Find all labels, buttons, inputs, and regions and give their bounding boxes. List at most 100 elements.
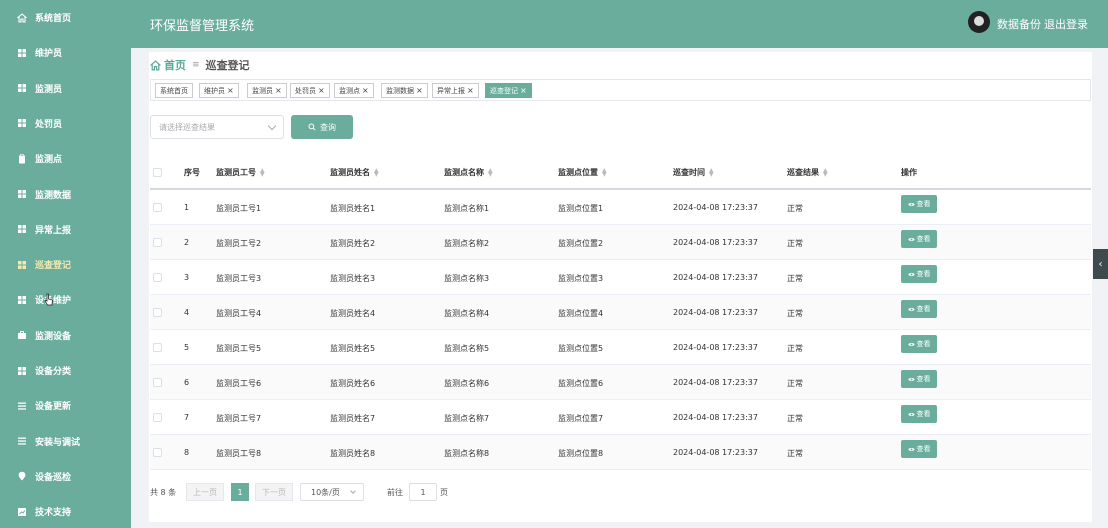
goto-suffix: 页 bbox=[440, 487, 448, 497]
tag-label: 监测员 bbox=[252, 86, 273, 95]
result-select[interactable]: 请选择巡查结果 bbox=[150, 115, 284, 139]
view-button-label: 查看 bbox=[916, 445, 931, 453]
page-size-select[interactable]: 10条/页 bbox=[300, 483, 364, 501]
view-button-label: 查看 bbox=[916, 375, 931, 383]
view-button-label: 查看 bbox=[916, 270, 931, 278]
tag-2[interactable]: 监测员 × bbox=[247, 83, 287, 98]
row-checkbox[interactable] bbox=[153, 343, 162, 352]
close-icon[interactable]: × bbox=[467, 86, 474, 95]
sidebar-item-13[interactable]: 设备巡检 bbox=[0, 459, 131, 494]
cell-result: 正常 bbox=[787, 379, 803, 388]
goto-page-input[interactable]: 1 bbox=[409, 483, 437, 501]
next-page-button[interactable]: 下一页 bbox=[255, 483, 293, 501]
cell-time: 2024-04-08 17:23:37 bbox=[673, 343, 758, 352]
sidebar-item-0[interactable]: 系统首页 bbox=[0, 0, 131, 35]
row-checkbox[interactable] bbox=[153, 273, 162, 282]
cell-result: 正常 bbox=[787, 414, 803, 423]
view-button[interactable]: 查看 bbox=[901, 265, 937, 283]
close-icon[interactable]: × bbox=[520, 86, 527, 95]
row-checkbox[interactable] bbox=[153, 413, 162, 422]
column-header-1[interactable]: 监测员工号 ▲ ▼ bbox=[216, 167, 265, 178]
cell-index: 7 bbox=[184, 413, 190, 422]
close-icon[interactable]: × bbox=[318, 86, 325, 95]
sort-icon[interactable]: ▲ ▼ bbox=[823, 167, 828, 177]
tag-0[interactable]: 系统首页 bbox=[155, 83, 193, 98]
sidebar-item-label: 监测员 bbox=[35, 84, 63, 95]
tag-6[interactable]: 异常上报 × bbox=[432, 83, 479, 98]
sidebar-item-5[interactable]: 监测数据 bbox=[0, 177, 131, 212]
table-row: 8 监测员工号8 监测员姓名8 监测点名称8 监测点位置8 2024-04-08 17:2… bbox=[150, 435, 1091, 470]
table-row: 1 监测员工号1 监测员姓名1 监测点名称1 监测点位置1 2024-04-08 17:2… bbox=[150, 190, 1091, 225]
tag-7[interactable]: 巡查登记 × bbox=[485, 83, 532, 98]
tag-label: 监测点 bbox=[339, 86, 360, 95]
prev-page-button[interactable]: 上一页 bbox=[186, 483, 224, 501]
sidebar-item-10[interactable]: 设备分类 bbox=[0, 353, 131, 388]
collapse-panel-button[interactable]: ‹ bbox=[1093, 249, 1108, 279]
row-checkbox[interactable] bbox=[153, 448, 162, 457]
cell-staff-no: 监测员工号5 bbox=[216, 344, 262, 353]
sidebar-item-7[interactable]: 巡查登记 bbox=[0, 247, 131, 282]
header: 环保监督管理系统 数据备份 退出登录 bbox=[131, 0, 1108, 48]
tag-4[interactable]: 监测点 × bbox=[334, 83, 374, 98]
row-checkbox[interactable] bbox=[153, 203, 162, 212]
view-button[interactable]: 查看 bbox=[901, 405, 937, 423]
cell-staff-name: 监测员姓名1 bbox=[330, 204, 376, 213]
sidebar-item-3[interactable]: 处罚员 bbox=[0, 106, 131, 141]
view-button[interactable]: 查看 bbox=[901, 300, 937, 318]
sort-icon[interactable]: ▲ ▼ bbox=[260, 167, 265, 177]
sidebar-item-4[interactable]: 监测点 bbox=[0, 141, 131, 176]
row-checkbox[interactable] bbox=[153, 378, 162, 387]
close-icon[interactable]: × bbox=[227, 86, 234, 95]
column-header-6[interactable]: 巡查结果 ▲ ▼ bbox=[787, 167, 828, 178]
search-button[interactable]: 查询 bbox=[291, 115, 353, 139]
sort-icon[interactable]: ▲ ▼ bbox=[488, 167, 493, 177]
column-header-5[interactable]: 巡查时间 ▲ ▼ bbox=[673, 167, 714, 178]
column-header-2[interactable]: 监测员姓名 ▲ ▼ bbox=[330, 167, 379, 178]
sort-icon[interactable]: ▲ ▼ bbox=[602, 167, 607, 177]
close-icon[interactable]: × bbox=[362, 86, 369, 95]
view-button[interactable]: 查看 bbox=[901, 230, 937, 248]
cell-index: 3 bbox=[184, 273, 190, 282]
logout-link[interactable]: 退出登录 bbox=[1044, 16, 1088, 32]
view-button[interactable]: 查看 bbox=[901, 370, 937, 388]
sidebar-item-12[interactable]: 安装与调试 bbox=[0, 424, 131, 459]
sidebar-item-9[interactable]: 监测设备 bbox=[0, 318, 131, 353]
sort-icon[interactable]: ▲ ▼ bbox=[374, 167, 379, 177]
cell-staff-no: 监测员工号3 bbox=[216, 274, 262, 283]
view-button[interactable]: 查看 bbox=[901, 440, 937, 458]
sidebar-item-8[interactable]: 设备维护 bbox=[0, 282, 131, 317]
sort-icon[interactable]: ▲ ▼ bbox=[709, 167, 714, 177]
column-header-3[interactable]: 监测点名称 ▲ ▼ bbox=[444, 167, 493, 178]
avatar[interactable] bbox=[968, 11, 990, 33]
cell-time: 2024-04-08 17:23:37 bbox=[673, 203, 758, 212]
goto-label: 前往 bbox=[387, 487, 403, 497]
column-header-4[interactable]: 监测点位置 ▲ ▼ bbox=[558, 167, 607, 178]
sidebar-item-1[interactable]: 维护员 bbox=[0, 35, 131, 70]
view-button[interactable]: 查看 bbox=[901, 195, 937, 213]
close-icon[interactable]: × bbox=[416, 86, 423, 95]
tag-label: 巡查登记 bbox=[490, 86, 518, 95]
sidebar-item-label: 异常上报 bbox=[35, 225, 72, 236]
view-button[interactable]: 查看 bbox=[901, 335, 937, 353]
tag-1[interactable]: 维护员 × bbox=[199, 83, 239, 98]
sidebar-item-14[interactable]: 技术支持 bbox=[0, 494, 131, 528]
row-checkbox[interactable] bbox=[153, 308, 162, 317]
row-checkbox[interactable] bbox=[153, 238, 162, 247]
sidebar-item-label: 处罚员 bbox=[35, 119, 63, 130]
tag-5[interactable]: 监测数据 × bbox=[381, 83, 428, 98]
sidebar-item-6[interactable]: 异常上报 bbox=[0, 212, 131, 247]
breadcrumb-home[interactable]: 首页 bbox=[150, 57, 186, 73]
sidebar-item-label: 维护员 bbox=[35, 49, 63, 60]
cell-staff-name: 监测员姓名5 bbox=[330, 344, 376, 353]
sidebar-item-11[interactable]: 设备更新 bbox=[0, 388, 131, 423]
cell-staff-name: 监测员姓名2 bbox=[330, 239, 376, 248]
page-number-1[interactable]: 1 bbox=[231, 483, 249, 501]
tag-3[interactable]: 处罚员 × bbox=[290, 83, 330, 98]
sidebar-item-label: 监测设备 bbox=[35, 331, 72, 342]
backup-link[interactable]: 数据备份 bbox=[997, 16, 1041, 32]
cell-staff-no: 监测员工号7 bbox=[216, 414, 262, 423]
sidebar-item-label: 安装与调试 bbox=[35, 437, 81, 448]
close-icon[interactable]: × bbox=[275, 86, 282, 95]
select-all-checkbox[interactable] bbox=[153, 168, 162, 177]
sidebar-item-2[interactable]: 监测员 bbox=[0, 71, 131, 106]
